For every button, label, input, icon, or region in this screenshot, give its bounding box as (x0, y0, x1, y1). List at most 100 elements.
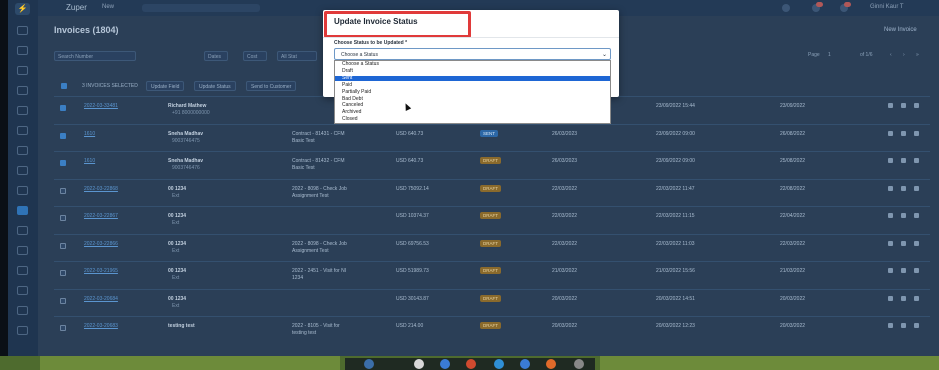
edit-icon[interactable] (901, 185, 906, 191)
sidebar-item-reports[interactable] (17, 266, 28, 275)
status-option[interactable]: Canceled (335, 102, 610, 108)
page-input[interactable]: 1 (828, 52, 831, 58)
sidebar-item-inventory[interactable] (17, 226, 28, 235)
row-checkbox[interactable] (60, 297, 66, 304)
status-option[interactable]: Bad Debt (335, 96, 610, 102)
view-icon[interactable] (888, 240, 893, 246)
more-options-icon[interactable] (914, 158, 919, 163)
sidebar-item-settings[interactable] (17, 306, 28, 315)
edit-icon[interactable] (901, 295, 906, 301)
invoice-number-link[interactable]: 2022-03-21965 (84, 268, 118, 274)
customer-name[interactable]: 00 1234 (168, 186, 186, 192)
customer-name[interactable]: Richard Mathew (168, 103, 206, 109)
status-option[interactable]: Paid (335, 82, 610, 88)
sidebar-item-timesheets[interactable] (17, 166, 28, 175)
job-title[interactable]: 2022 - 8098 - Check Job Assignment Test (292, 186, 352, 200)
status-select[interactable]: Choose a Status ⌄ (334, 48, 611, 60)
job-title[interactable]: 2022 - 8098 - Check Job Assignment Test (292, 241, 352, 255)
dates-filter[interactable]: Dates (204, 51, 228, 61)
taskbar-app-icon[interactable] (414, 359, 424, 369)
table-row[interactable]: 2022-03-22868 00 1234 Ext 2022 - 8098 - Che… (54, 178, 930, 206)
sidebar-item-schedule[interactable] (17, 86, 28, 95)
status-option[interactable]: Closed (335, 116, 610, 122)
table-row[interactable]: 2022-03-20683 testing test 2022 - 8105 - V… (54, 316, 930, 343)
job-title[interactable]: Contract - 81432 - CFM Basic Test (292, 158, 352, 172)
sidebar-item-contracts[interactable] (17, 186, 28, 195)
taskbar-app-icon[interactable] (546, 359, 556, 369)
edit-icon[interactable] (901, 323, 906, 328)
invoice-number-link[interactable]: 2022-03-33481 (84, 103, 118, 109)
sidebar-item-team[interactable] (17, 246, 28, 255)
row-checkbox[interactable] (60, 325, 66, 331)
sidebar-item-jobs[interactable] (17, 46, 28, 55)
edit-icon[interactable] (901, 103, 906, 108)
search-number-input[interactable]: Search Number (54, 51, 136, 61)
view-icon[interactable] (888, 323, 893, 328)
table-row[interactable]: 2022-03-22867 00 1234 Ext USD 10374.37 DRAFT… (54, 206, 930, 233)
view-icon[interactable] (888, 103, 893, 108)
status-option[interactable]: Partially Paid (335, 89, 610, 95)
cost-filter[interactable]: Cost (243, 51, 267, 61)
status-option[interactable]: Draft (335, 68, 610, 74)
view-icon[interactable] (888, 185, 893, 191)
customer-name[interactable]: 00 1234 (168, 296, 186, 302)
more-options-icon[interactable] (914, 268, 919, 273)
sidebar-item-invoices[interactable] (17, 206, 28, 215)
new-menu-button[interactable]: New (102, 4, 114, 10)
table-row[interactable]: 1610 Sneha Madhav 9003746476 Contract - 814… (54, 151, 930, 178)
customer-name[interactable]: 00 1234 (168, 241, 186, 247)
customer-name[interactable]: Sneha Madhav (168, 131, 203, 137)
row-checkbox[interactable] (60, 160, 66, 166)
sidebar-item-quotes[interactable] (17, 106, 28, 115)
more-options-icon[interactable] (914, 103, 919, 108)
customer-name[interactable]: Sneha Madhav (168, 158, 203, 164)
more-options-icon[interactable] (914, 240, 919, 246)
table-row[interactable]: 2022-03-22866 00 1234 Ext 2022 - 8098 - Che… (54, 233, 930, 261)
taskbar-app-icon[interactable] (494, 359, 504, 369)
job-title[interactable]: 2022 - 8105 - Visit for testing test (292, 323, 352, 337)
sidebar-item-customers[interactable] (17, 66, 28, 75)
taskbar-app-icon[interactable] (574, 359, 584, 369)
row-checkbox[interactable] (60, 270, 66, 276)
edit-icon[interactable] (901, 268, 906, 273)
update-status-button[interactable]: Update Status (194, 81, 236, 91)
view-icon[interactable] (888, 130, 893, 136)
invoice-number-link[interactable]: 2022-03-22867 (84, 213, 118, 219)
row-checkbox[interactable] (60, 242, 66, 249)
job-title[interactable]: Contract - 81431 - CFM Basic Test (292, 131, 352, 145)
more-options-icon[interactable] (914, 213, 919, 218)
more-options-icon[interactable] (914, 185, 919, 191)
invoice-number-link[interactable]: 2022-03-22866 (84, 241, 118, 247)
status-option[interactable]: Choose a Status (335, 61, 610, 67)
next-page-icon[interactable]: › (903, 52, 905, 58)
job-title[interactable]: 2022 - 2451 - Visit for NI 1234 (292, 268, 352, 282)
customer-name[interactable]: 00 1234 (168, 213, 186, 219)
global-search-input[interactable] (142, 4, 260, 12)
help-icon[interactable] (782, 4, 790, 12)
last-page-icon[interactable]: » (916, 52, 919, 58)
view-icon[interactable] (888, 158, 893, 163)
invoice-number-link[interactable]: 2022-03-20684 (84, 296, 118, 302)
sidebar-item-projects[interactable] (17, 146, 28, 155)
edit-icon[interactable] (901, 240, 906, 246)
sidebar-item-dashboard[interactable] (17, 26, 28, 35)
invoice-number-link[interactable]: 2022-03-20683 (84, 323, 118, 329)
edit-icon[interactable] (901, 130, 906, 136)
more-options-icon[interactable] (914, 295, 919, 301)
customer-name[interactable]: 00 1234 (168, 268, 186, 274)
edit-icon[interactable] (901, 213, 906, 218)
table-row[interactable]: 2022-03-20684 00 1234 Ext USD 30143.87 DRAFT… (54, 288, 930, 316)
status-option[interactable]: Sent (335, 75, 610, 82)
row-checkbox[interactable] (60, 187, 66, 194)
update-field-button[interactable]: Update Field (146, 81, 185, 91)
invoice-number-link[interactable]: 1610 (84, 131, 95, 137)
invoice-number-link[interactable]: 2022-03-22868 (84, 186, 118, 192)
edit-icon[interactable] (901, 158, 906, 163)
more-options-icon[interactable] (914, 323, 919, 328)
windows-start-icon[interactable] (364, 359, 374, 369)
taskbar-app-icon[interactable] (466, 359, 476, 369)
status-filter[interactable]: All Stat (277, 51, 317, 61)
customer-name[interactable]: testing test (168, 323, 195, 329)
taskbar-app-icon[interactable] (440, 359, 450, 369)
view-icon[interactable] (888, 295, 893, 301)
